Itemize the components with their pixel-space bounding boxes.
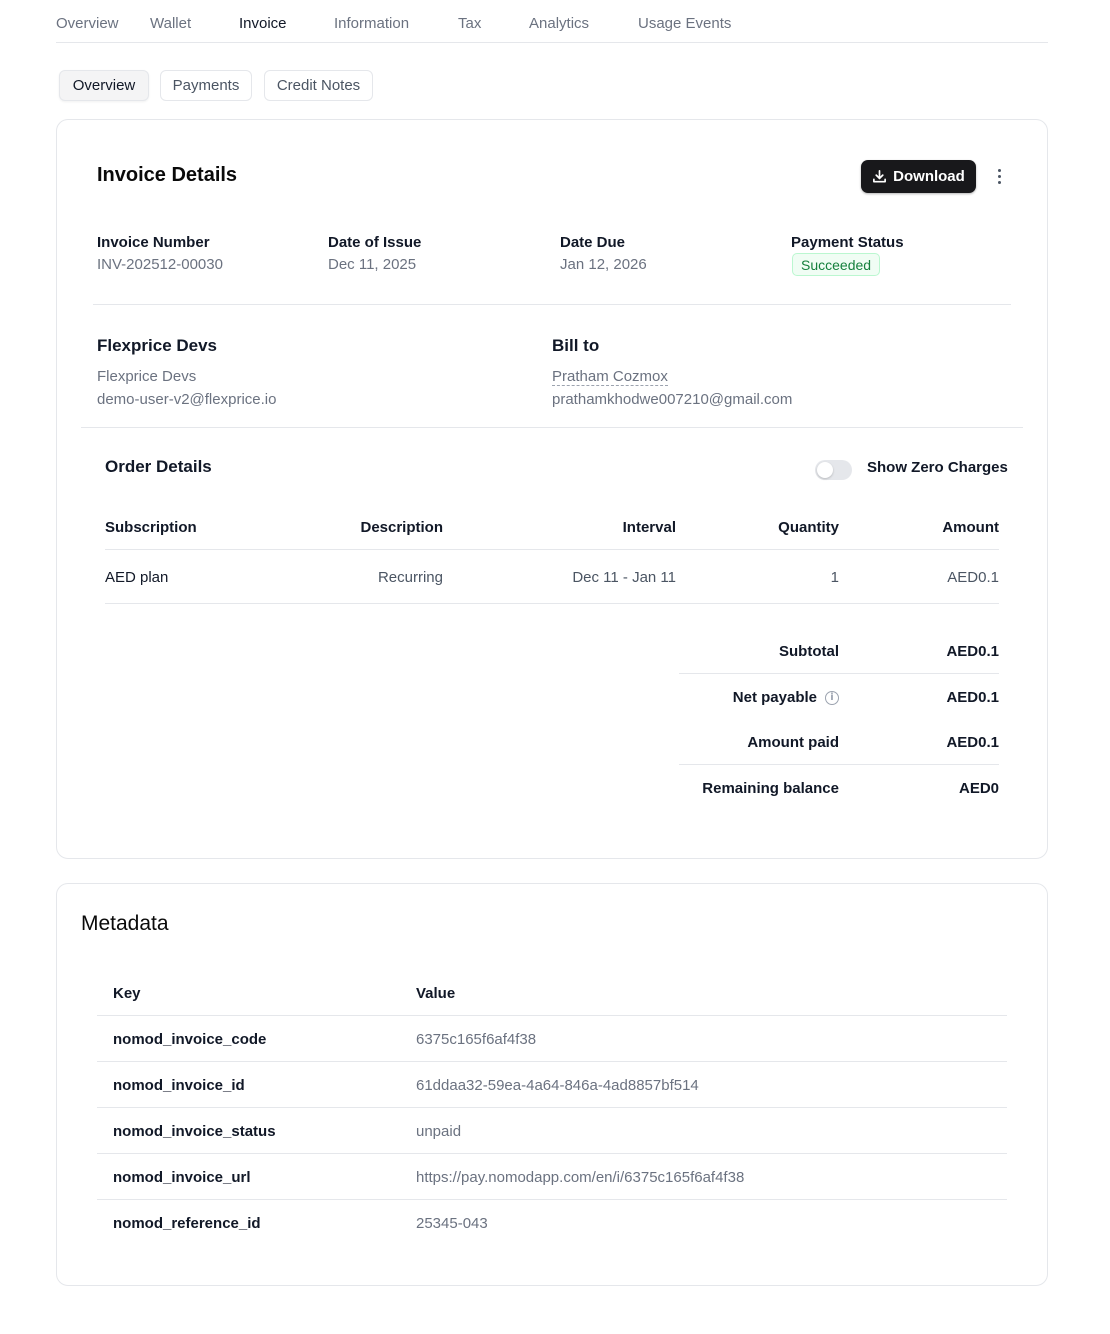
subtab-credit-notes[interactable]: Credit Notes	[264, 70, 373, 101]
net-payable-value: AED0.1	[946, 689, 999, 706]
metadata-value: 6375c165f6af4f38	[416, 1031, 537, 1048]
row-subscription: AED plan	[105, 569, 169, 586]
column-header-description: Description	[360, 519, 443, 536]
seller-name: Flexprice Devs	[97, 336, 218, 355]
payment-status-badge: Succeeded	[792, 253, 881, 276]
table-divider	[97, 1153, 1007, 1154]
metadata-key: nomod_invoice_status	[113, 1123, 276, 1140]
table-divider	[97, 1015, 1007, 1016]
date-due-value: Jan 12, 2026	[560, 256, 647, 273]
row-interval: Dec 11 - Jan 11	[572, 569, 676, 586]
order-details-title: Order Details	[105, 457, 212, 476]
customer-email: prathamkhodwe007210@gmail.com	[552, 391, 793, 408]
tab-analytics[interactable]: Analytics	[529, 15, 589, 32]
table-divider	[97, 1199, 1007, 1200]
bill-to-title: Bill to	[552, 336, 600, 355]
net-payable-row: Net payable i	[733, 689, 839, 706]
top-tab-bar: Overview Wallet Invoice Information Tax …	[56, 0, 1048, 43]
metadata-value: https://pay.nomodapp.com/en/i/6375c165f6…	[416, 1169, 745, 1186]
date-due-label: Date Due	[560, 234, 626, 251]
metadata-key: nomod_invoice_code	[113, 1031, 267, 1048]
date-of-issue-label: Date of Issue	[328, 234, 422, 251]
invoice-number-label: Invoice Number	[97, 234, 210, 251]
table-divider	[105, 603, 999, 604]
column-header-key: Key	[113, 985, 141, 1002]
subtotal-value: AED0.1	[946, 643, 999, 660]
subtab-overview[interactable]: Overview	[59, 70, 149, 101]
row-amount: AED0.1	[947, 569, 999, 586]
seller-line: Flexprice Devs	[97, 368, 197, 385]
metadata-value: unpaid	[416, 1123, 462, 1140]
show-zero-charges-label: Show Zero Charges	[867, 459, 1008, 476]
remaining-balance-value: AED0	[958, 780, 999, 797]
metadata-title: Metadata	[81, 912, 169, 935]
column-header-amount: Amount	[942, 519, 999, 536]
tab-tax[interactable]: Tax	[458, 15, 481, 32]
divider	[81, 427, 1023, 428]
column-header-subscription: Subscription	[105, 519, 197, 536]
download-button[interactable]: Download	[861, 160, 976, 193]
subtab-payments[interactable]: Payments	[160, 70, 252, 101]
column-header-value: Value	[416, 985, 456, 1002]
summary-divider	[679, 673, 999, 674]
table-divider	[105, 549, 999, 550]
column-header-quantity: Quantity	[778, 519, 839, 536]
invoice-number-value: INV-202512-00030	[97, 256, 223, 273]
more-vertical-icon[interactable]	[989, 164, 1009, 188]
amount-paid-label: Amount paid	[747, 734, 839, 751]
table-divider	[97, 1107, 1007, 1108]
tab-usage-events[interactable]: Usage Events	[638, 15, 731, 32]
row-description: Recurring	[377, 569, 443, 586]
payment-status-label: Payment Status	[791, 234, 904, 251]
customer-name-link[interactable]: Pratham Cozmox	[552, 368, 668, 386]
tab-wallet[interactable]: Wallet	[150, 15, 191, 32]
subtotal-label: Subtotal	[779, 643, 839, 660]
metadata-key: nomod_invoice_url	[113, 1169, 251, 1186]
show-zero-charges-toggle[interactable]	[815, 460, 852, 480]
tab-overview[interactable]: Overview	[56, 15, 119, 32]
metadata-value: 25345-043	[416, 1215, 488, 1232]
metadata-card: Metadata Key Value nomod_invoice_code 63…	[56, 883, 1048, 1286]
column-header-interval: Interval	[622, 519, 676, 536]
divider	[93, 304, 1011, 305]
metadata-key: nomod_reference_id	[113, 1215, 261, 1232]
tab-information[interactable]: Information	[334, 15, 409, 32]
invoice-details-card: Invoice Details Download Invoice Number …	[56, 119, 1048, 859]
amount-paid-value: AED0.1	[946, 734, 999, 751]
download-label: Download	[893, 168, 965, 185]
row-quantity: 1	[830, 569, 839, 586]
invoice-title: Invoice Details	[97, 164, 238, 186]
remaining-balance-label: Remaining balance	[702, 780, 839, 797]
info-icon[interactable]: i	[825, 691, 839, 706]
summary-divider	[679, 764, 999, 765]
date-of-issue-value: Dec 11, 2025	[328, 256, 417, 273]
seller-email: demo-user-v2@flexprice.io	[97, 391, 277, 408]
download-icon	[873, 170, 887, 183]
metadata-key: nomod_invoice_id	[113, 1077, 245, 1094]
net-payable-label: Net payable	[732, 689, 817, 706]
metadata-value: 61ddaa32-59ea-4a64-846a-4ad8857bf514	[416, 1077, 699, 1094]
table-divider	[97, 1061, 1007, 1062]
tab-invoice[interactable]: Invoice	[239, 15, 287, 32]
